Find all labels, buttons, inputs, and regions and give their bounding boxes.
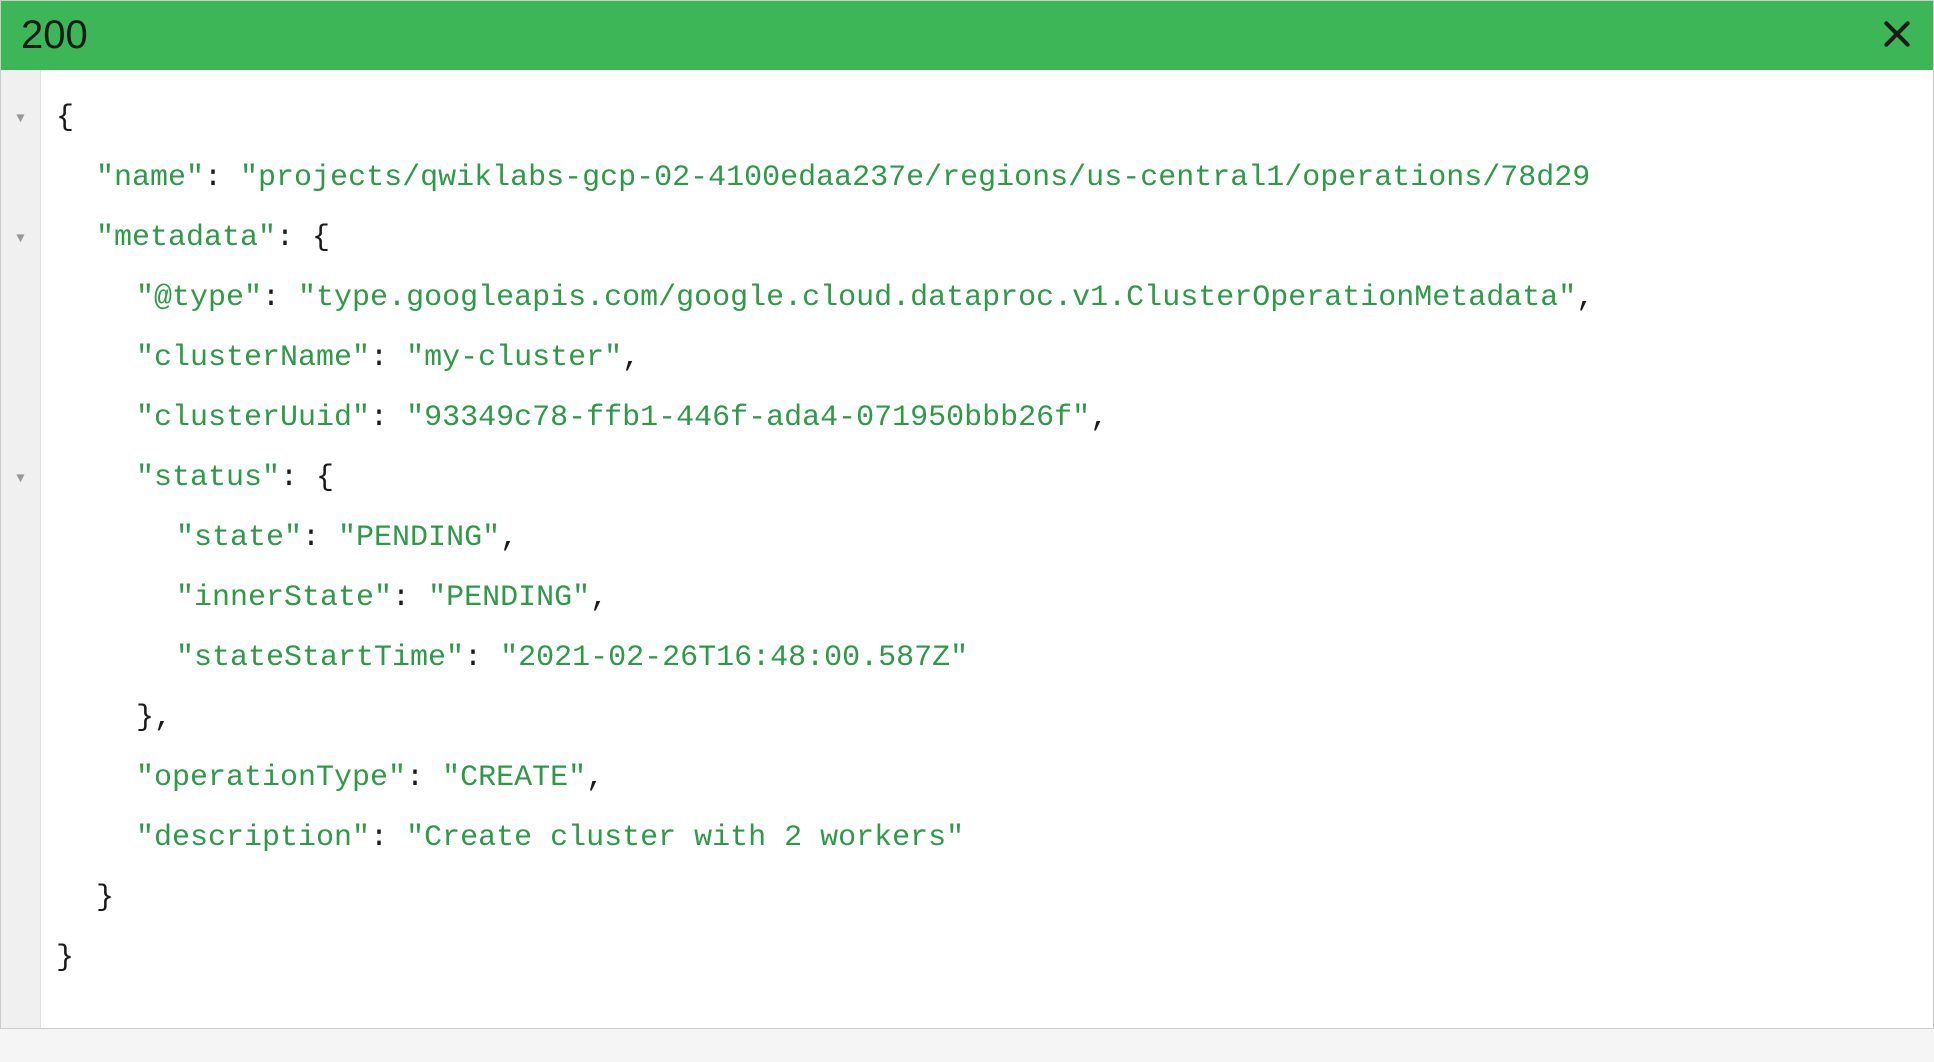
response-header: 200 xyxy=(0,0,1934,70)
code-line: "innerState": "PENDING", xyxy=(56,568,1918,628)
json-key: "status" xyxy=(136,461,280,495)
colon: : xyxy=(370,341,406,375)
json-value: "93349c78-ffb1-446f-ada4-071950bbb26f" xyxy=(406,401,1090,435)
close-brace: } xyxy=(96,881,114,915)
code-gutter: ▼ ▼ ▼ xyxy=(1,70,41,1028)
json-key: "clusterName" xyxy=(136,341,370,375)
json-key: "state" xyxy=(176,521,302,555)
open-brace: { xyxy=(316,461,334,495)
json-key: "name" xyxy=(96,161,204,195)
json-value: "PENDING" xyxy=(428,581,590,615)
comma: , xyxy=(1090,401,1108,435)
response-body: ▼ ▼ ▼ { "name": "projects/qwiklabs-gcp-0… xyxy=(0,70,1934,1029)
json-value: "type.googleapis.com/google.cloud.datapr… xyxy=(298,281,1576,315)
code-line: "stateStartTime": "2021-02-26T16:48:00.5… xyxy=(56,628,1918,688)
colon: : xyxy=(276,221,312,255)
close-button[interactable] xyxy=(1881,15,1913,57)
fold-marker-icon[interactable]: ▼ xyxy=(16,111,24,127)
json-value: "PENDING" xyxy=(338,521,500,555)
colon: : xyxy=(464,641,500,675)
json-key: "metadata" xyxy=(96,221,276,255)
colon: : xyxy=(370,821,406,855)
code-line: "@type": "type.googleapis.com/google.clo… xyxy=(56,268,1918,328)
comma: , xyxy=(586,761,604,795)
colon: : xyxy=(262,281,298,315)
code-line: } xyxy=(56,928,1918,988)
code-line: "clusterName": "my-cluster", xyxy=(56,328,1918,388)
json-value: "my-cluster" xyxy=(406,341,622,375)
comma: , xyxy=(154,701,172,735)
fold-marker-icon[interactable]: ▼ xyxy=(16,471,24,487)
json-value: "projects/qwiklabs-gcp-02-4100edaa237e/r… xyxy=(240,161,1590,195)
colon: : xyxy=(370,401,406,435)
comma: , xyxy=(590,581,608,615)
close-brace: } xyxy=(56,941,74,975)
fold-marker-icon[interactable]: ▼ xyxy=(16,231,24,247)
colon: : xyxy=(280,461,316,495)
colon: : xyxy=(302,521,338,555)
colon: : xyxy=(392,581,428,615)
json-value: "CREATE" xyxy=(442,761,586,795)
open-brace: { xyxy=(312,221,330,255)
json-value: "Create cluster with 2 workers" xyxy=(406,821,964,855)
json-key: "description" xyxy=(136,821,370,855)
code-line: "clusterUuid": "93349c78-ffb1-446f-ada4-… xyxy=(56,388,1918,448)
json-key: "innerState" xyxy=(176,581,392,615)
code-line: "description": "Create cluster with 2 wo… xyxy=(56,808,1918,868)
json-key: "stateStartTime" xyxy=(176,641,464,675)
comma: , xyxy=(1576,281,1594,315)
json-value: "2021-02-26T16:48:00.587Z" xyxy=(500,641,968,675)
code-line: }, xyxy=(56,688,1918,748)
code-line: "metadata": { xyxy=(56,208,1918,268)
colon: : xyxy=(406,761,442,795)
open-brace: { xyxy=(56,101,74,135)
code-line: "state": "PENDING", xyxy=(56,508,1918,568)
json-key: "@type" xyxy=(136,281,262,315)
comma: , xyxy=(500,521,518,555)
code-line: "name": "projects/qwiklabs-gcp-02-4100ed… xyxy=(56,148,1918,208)
code-line: { xyxy=(56,88,1918,148)
comma: , xyxy=(622,341,640,375)
json-key: "operationType" xyxy=(136,761,406,795)
status-code: 200 xyxy=(21,13,88,58)
close-brace: } xyxy=(136,701,154,735)
code-line: "operationType": "CREATE", xyxy=(56,748,1918,808)
code-line: } xyxy=(56,868,1918,928)
json-key: "clusterUuid" xyxy=(136,401,370,435)
close-icon xyxy=(1881,18,1913,50)
code-line: "status": { xyxy=(56,448,1918,508)
json-viewer[interactable]: { "name": "projects/qwiklabs-gcp-02-4100… xyxy=(41,70,1933,1028)
colon: : xyxy=(204,161,240,195)
